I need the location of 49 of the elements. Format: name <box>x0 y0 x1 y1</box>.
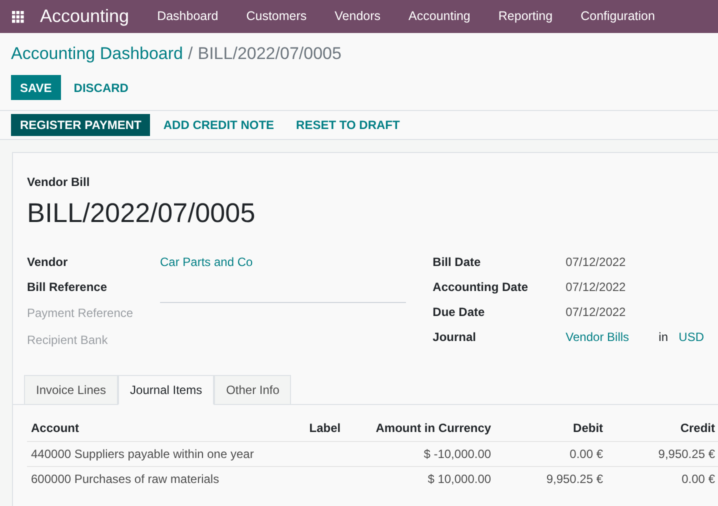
table-cell: 0.00 € <box>682 472 715 486</box>
table-cell: 9,950.25 € <box>546 472 604 486</box>
field-value: 07/12/2022 <box>566 278 626 296</box>
action-button[interactable]: DISCARD <box>64 75 138 100</box>
breadcrumb-current: BILL/2022/07/0005 <box>198 43 342 66</box>
field-value: 07/12/2022 <box>566 304 626 320</box>
menu-item[interactable]: Customers <box>232 7 321 26</box>
action-button[interactable]: RESET TO DRAFT <box>287 114 409 136</box>
table-cell: 440000 Suppliers payable within one year <box>31 446 254 460</box>
menu-item[interactable]: Vendors <box>320 7 395 26</box>
table-cell: 9,950.25 € <box>658 446 715 460</box>
currency-link[interactable]: USD <box>678 328 704 346</box>
field-label: Vendor <box>27 254 69 270</box>
action-button[interactable]: ADD CREDIT NOTE <box>154 114 284 136</box>
table-cell: $ 10,000.00 <box>428 472 492 486</box>
menu-item[interactable]: Accounting <box>394 7 484 26</box>
tab[interactable]: Other Info <box>214 375 292 405</box>
app-title[interactable]: Accounting <box>40 3 130 30</box>
tab[interactable]: Journal Items <box>118 375 214 405</box>
column-header: Amount in Currency <box>376 420 492 435</box>
field-label: Bill Reference <box>27 278 108 296</box>
field-text: in <box>658 328 669 346</box>
action-button[interactable]: REGISTER PAYMENT <box>11 114 150 136</box>
vendor-link[interactable]: Car Parts and Co <box>160 252 253 270</box>
app-menu-icon[interactable] <box>12 10 24 22</box>
journal-link[interactable]: Vendor Bills <box>566 328 659 346</box>
table-cell: $ -10,000.00 <box>424 446 492 460</box>
column-header: Label <box>309 420 341 435</box>
tab[interactable]: Invoice Lines <box>24 375 118 405</box>
breadcrumb-separator: / <box>188 43 193 66</box>
menu-item[interactable]: Reporting <box>484 7 567 26</box>
field-label: Bill Date <box>432 254 482 270</box>
column-header: Account <box>31 420 79 435</box>
breadcrumb-link[interactable]: Accounting Dashboard <box>11 41 184 67</box>
field-value: 07/12/2022 <box>566 254 626 270</box>
document-title: BILL/2022/07/0005 <box>27 196 256 230</box>
field-label: Payment Reference <box>27 304 134 322</box>
field-label: Recipient Bank <box>27 332 109 348</box>
field-label: Journal <box>432 328 477 346</box>
action-button[interactable]: SAVE <box>11 75 61 100</box>
menu-item[interactable]: Dashboard <box>143 7 232 26</box>
column-header: Debit <box>573 420 604 435</box>
field-label: Due Date <box>432 304 486 320</box>
document-type: Vendor Bill <box>27 175 90 189</box>
table-cell: 0.00 € <box>570 446 604 460</box>
column-header: Credit <box>680 420 715 435</box>
menu-item[interactable]: Configuration <box>566 7 669 26</box>
table-cell: 600000 Purchases of raw materials <box>31 472 220 486</box>
field-label: Accounting Date <box>432 278 529 296</box>
